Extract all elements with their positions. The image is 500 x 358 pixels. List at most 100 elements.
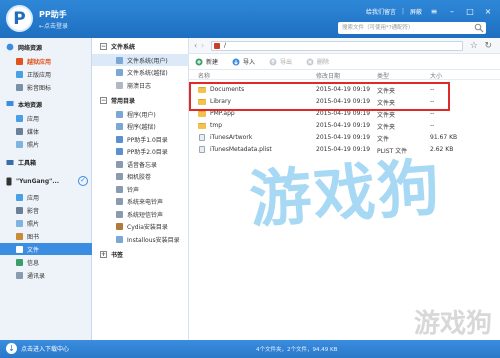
- nav-item-device-apps[interactable]: 应用: [0, 191, 92, 203]
- drive-icon: [116, 69, 123, 77]
- button-label: 导入: [243, 59, 256, 66]
- status-bar: ↓ 点击进入下载中心 4个文件夹，2个文件，94.49 KB: [0, 340, 500, 358]
- nav-item-jailbreak-apps[interactable]: 越狱应用: [0, 55, 92, 67]
- refresh-icon[interactable]: ↻: [484, 41, 492, 51]
- path-bar: ‹ › / ☆ ↻: [189, 38, 500, 54]
- nav-item-device-files[interactable]: 文件: [0, 243, 92, 255]
- nav-section-network[interactable]: 网络资源: [0, 40, 92, 54]
- nav-section-toolbox[interactable]: 工具箱: [0, 155, 92, 169]
- tree-item-label: 系统来电铃声: [127, 199, 164, 207]
- tree-item-common[interactable]: 系统短信铃声: [92, 208, 189, 220]
- table-row[interactable]: iTunesArtwork 2015-04-19 09:19 文件 91.67 …: [189, 132, 500, 144]
- login-link[interactable]: ←点击登录: [39, 21, 68, 30]
- new-button[interactable]: 新建: [195, 57, 218, 66]
- table-row[interactable]: tmp 2015-04-19 09:19 文件夹 --: [189, 120, 500, 132]
- monitor-icon: [6, 101, 14, 106]
- tree-item-common[interactable]: 程序(用户): [92, 108, 189, 120]
- file-name: iTunesArtwork: [210, 134, 253, 141]
- feedback-link[interactable]: 给我们留言: [366, 7, 396, 16]
- close-icon[interactable]: ×: [482, 6, 494, 16]
- mode-link[interactable]: 屏蔽: [410, 7, 422, 16]
- column-modified[interactable]: 修改日期: [316, 71, 340, 80]
- export-icon: [269, 58, 277, 65]
- highlight-annotation-box: [189, 82, 450, 111]
- pp-icon: [116, 148, 123, 156]
- tree-item-common[interactable]: 程序(越狱): [92, 121, 189, 133]
- tree-item-common[interactable]: 相机胶卷: [92, 171, 189, 183]
- column-type[interactable]: 类型: [377, 71, 389, 80]
- photo-icon: [16, 140, 23, 148]
- tree-item-common[interactable]: Cydia安装目录: [92, 221, 189, 233]
- nav-item-device-books[interactable]: 图书: [0, 230, 92, 242]
- nav-item-device-messages[interactable]: 信息: [0, 256, 92, 268]
- column-size[interactable]: 大小: [430, 71, 442, 80]
- tree-item-common[interactable]: PP助手2.0目录: [92, 146, 189, 158]
- folder-icon: [198, 122, 206, 129]
- maximize-icon[interactable]: □: [464, 6, 476, 16]
- delete-button[interactable]: 删除: [306, 57, 329, 66]
- menu-icon[interactable]: ≡: [428, 6, 440, 16]
- column-name[interactable]: 名称: [198, 71, 210, 80]
- tree-item-fs-user[interactable]: 文件系统(用户): [92, 54, 189, 67]
- log-icon: [116, 81, 123, 89]
- nav-item-local-media[interactable]: 媒体: [0, 125, 92, 137]
- delete-icon: [306, 58, 314, 65]
- import-icon: [232, 58, 240, 65]
- collapse-icon[interactable]: −: [100, 43, 107, 50]
- path-input[interactable]: /: [211, 41, 463, 51]
- file-size: 91.67 KB: [430, 134, 458, 141]
- star-icon[interactable]: ☆: [470, 41, 478, 51]
- nav-item-device-media[interactable]: 影音: [0, 204, 92, 216]
- photo-icon: [16, 219, 23, 227]
- export-button[interactable]: 导出: [269, 57, 292, 66]
- tree-group-common[interactable]: − 常用目录: [92, 94, 189, 107]
- tree-item-label: 系统短信铃声: [127, 211, 164, 219]
- tree-group-bookmarks[interactable]: + 书签: [92, 248, 189, 261]
- tree-item-common[interactable]: Installous安装目录: [92, 233, 189, 245]
- tree-item-common[interactable]: PP助手1.0目录: [92, 133, 189, 145]
- app-icon: [16, 70, 23, 78]
- file-size: --: [430, 122, 435, 129]
- corner-watermark: 游戏狗: [414, 309, 493, 339]
- tree-item-common[interactable]: 系统来电铃声: [92, 196, 189, 208]
- tree-item-common[interactable]: 语音备忘录: [92, 158, 189, 170]
- camera-icon: [116, 173, 123, 181]
- expand-icon[interactable]: +: [100, 251, 107, 258]
- title-actions: 给我们留言 | 屏蔽 ≡ – □ ×: [366, 6, 494, 16]
- import-button[interactable]: 导入: [232, 57, 255, 66]
- nav-item-label: 照片: [27, 220, 40, 228]
- media-icon: [16, 127, 23, 135]
- nav-item-device-contacts[interactable]: 通讯录: [0, 269, 92, 281]
- search-icon[interactable]: [474, 23, 484, 33]
- nav-item-official-apps[interactable]: 正版应用: [0, 68, 92, 80]
- tree-group-filesystem[interactable]: − 文件系统: [92, 40, 189, 53]
- minimize-icon[interactable]: –: [446, 6, 458, 16]
- nav-item-device-photos[interactable]: 照片: [0, 217, 92, 229]
- tree-item-fs-jailbreak[interactable]: 文件系统(越狱): [92, 67, 189, 79]
- table-row[interactable]: iTunesMetadata.plist 2015-04-19 09:19 PL…: [189, 144, 500, 156]
- back-icon[interactable]: ‹: [194, 41, 197, 50]
- search-input[interactable]: 搜索文件（可使用*?通配符）: [338, 22, 486, 34]
- nav-item-media-icons[interactable]: 影音图标: [0, 81, 92, 93]
- nav-section-local[interactable]: 本地资源: [0, 97, 92, 111]
- device-row[interactable]: "YunGang"... ✓: [0, 173, 92, 189]
- file-size: --: [430, 110, 435, 117]
- tree-item-label: Cydia安装目录: [127, 224, 168, 232]
- separator: |: [401, 7, 404, 15]
- nav-item-local-photos[interactable]: 照片: [0, 138, 92, 150]
- tree-item-crash-logs[interactable]: 崩溃日志: [92, 79, 189, 91]
- download-center-label: 点击进入下载中心: [21, 346, 70, 353]
- directory-tree: − 文件系统 文件系统(用户) 文件系统(越狱) 崩溃日志 − 常用目录 程序(…: [92, 38, 189, 340]
- forward-icon[interactable]: ›: [201, 41, 204, 50]
- download-center-button[interactable]: ↓ 点击进入下载中心: [6, 343, 69, 354]
- app-icon: [16, 193, 23, 201]
- tree-item-common[interactable]: 铃声: [92, 183, 189, 195]
- file-browser: ‹ › / ☆ ↻ 新建 导入 导出 删除 名称 修改日期 类型 大小 Docu…: [189, 38, 500, 340]
- folder-icon: [16, 245, 23, 253]
- message-icon: [16, 258, 23, 266]
- title-bar: P PP助手 ←点击登录 给我们留言 | 屏蔽 ≡ – □ × 搜索文件（可使用…: [0, 0, 500, 38]
- pp-icon: [116, 135, 123, 143]
- collapse-icon[interactable]: −: [100, 97, 107, 104]
- nav-item-local-apps[interactable]: 应用: [0, 112, 92, 124]
- bell-icon: [116, 198, 123, 206]
